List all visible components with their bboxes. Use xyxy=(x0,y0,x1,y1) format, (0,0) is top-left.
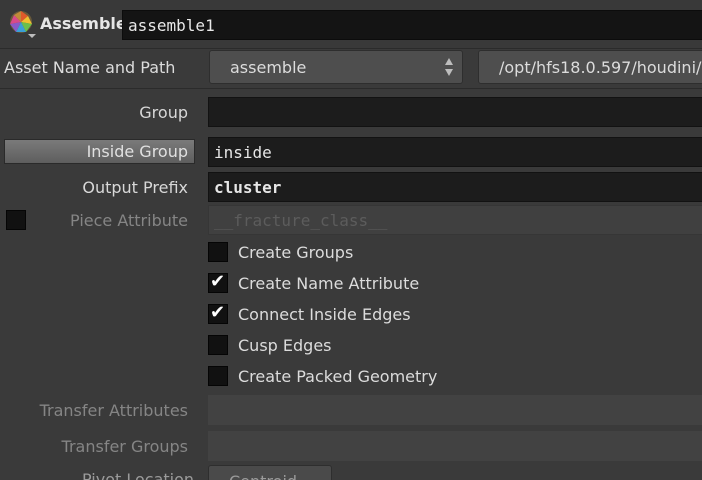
transfer-groups-field[interactable] xyxy=(208,431,702,461)
pivot-location-label: Pivot Location xyxy=(82,470,195,480)
node-name-field[interactable]: assemble1 xyxy=(122,10,702,40)
node-header: Assemble assemble1 xyxy=(0,0,702,48)
assemble-node-icon[interactable] xyxy=(8,10,36,38)
piece-attribute-field[interactable]: __fracture_class__ xyxy=(208,205,702,235)
node-type-label: Assemble xyxy=(40,14,127,33)
asset-name-value: assemble xyxy=(230,58,307,77)
check-icon: ✔ xyxy=(210,302,226,323)
create-packed-geometry-checkbox[interactable] xyxy=(208,366,228,386)
output-prefix-field[interactable]: cluster xyxy=(208,172,702,202)
asset-divider xyxy=(0,88,702,89)
output-prefix-label: Output Prefix xyxy=(82,178,188,197)
create-name-attribute-label: Create Name Attribute xyxy=(238,274,420,293)
create-groups-label: Create Groups xyxy=(238,243,354,262)
check-icon: ✔ xyxy=(210,271,226,292)
transfer-groups-label: Transfer Groups xyxy=(61,437,188,456)
cusp-edges-checkbox[interactable] xyxy=(208,335,228,355)
pivot-location-select[interactable]: Centroid xyxy=(208,465,332,480)
up-down-spinner-icon xyxy=(445,58,453,76)
create-name-attribute-checkbox[interactable]: ✔ xyxy=(208,271,228,293)
piece-attribute-enable-checkbox[interactable] xyxy=(6,210,26,230)
asset-name-select[interactable]: assemble xyxy=(209,50,463,84)
inside-group-label-button[interactable]: Inside Group xyxy=(4,139,195,164)
group-label: Group xyxy=(139,103,188,122)
group-field[interactable] xyxy=(208,97,702,127)
inside-group-field[interactable]: inside xyxy=(208,137,702,167)
parameter-panel: Assemble assemble1 Asset Name and Path a… xyxy=(0,0,702,480)
piece-attribute-label: Piece Attribute xyxy=(70,211,188,230)
pivot-location-value: Centroid xyxy=(229,472,297,480)
create-packed-geometry-label: Create Packed Geometry xyxy=(238,367,438,386)
asset-path-field[interactable]: /opt/hfs18.0.597/houdini/otls/OPlibSop.h… xyxy=(478,50,702,84)
header-divider xyxy=(0,48,702,49)
connect-inside-edges-checkbox[interactable]: ✔ xyxy=(208,302,228,324)
inside-group-label: Inside Group xyxy=(86,142,188,161)
cusp-edges-label: Cusp Edges xyxy=(238,336,332,355)
asset-name-label: Asset Name and Path xyxy=(4,58,176,77)
connect-inside-edges-label: Connect Inside Edges xyxy=(238,305,411,324)
create-groups-checkbox[interactable] xyxy=(208,242,228,262)
transfer-attributes-label: Transfer Attributes xyxy=(39,401,188,420)
transfer-attributes-field[interactable] xyxy=(208,395,702,425)
